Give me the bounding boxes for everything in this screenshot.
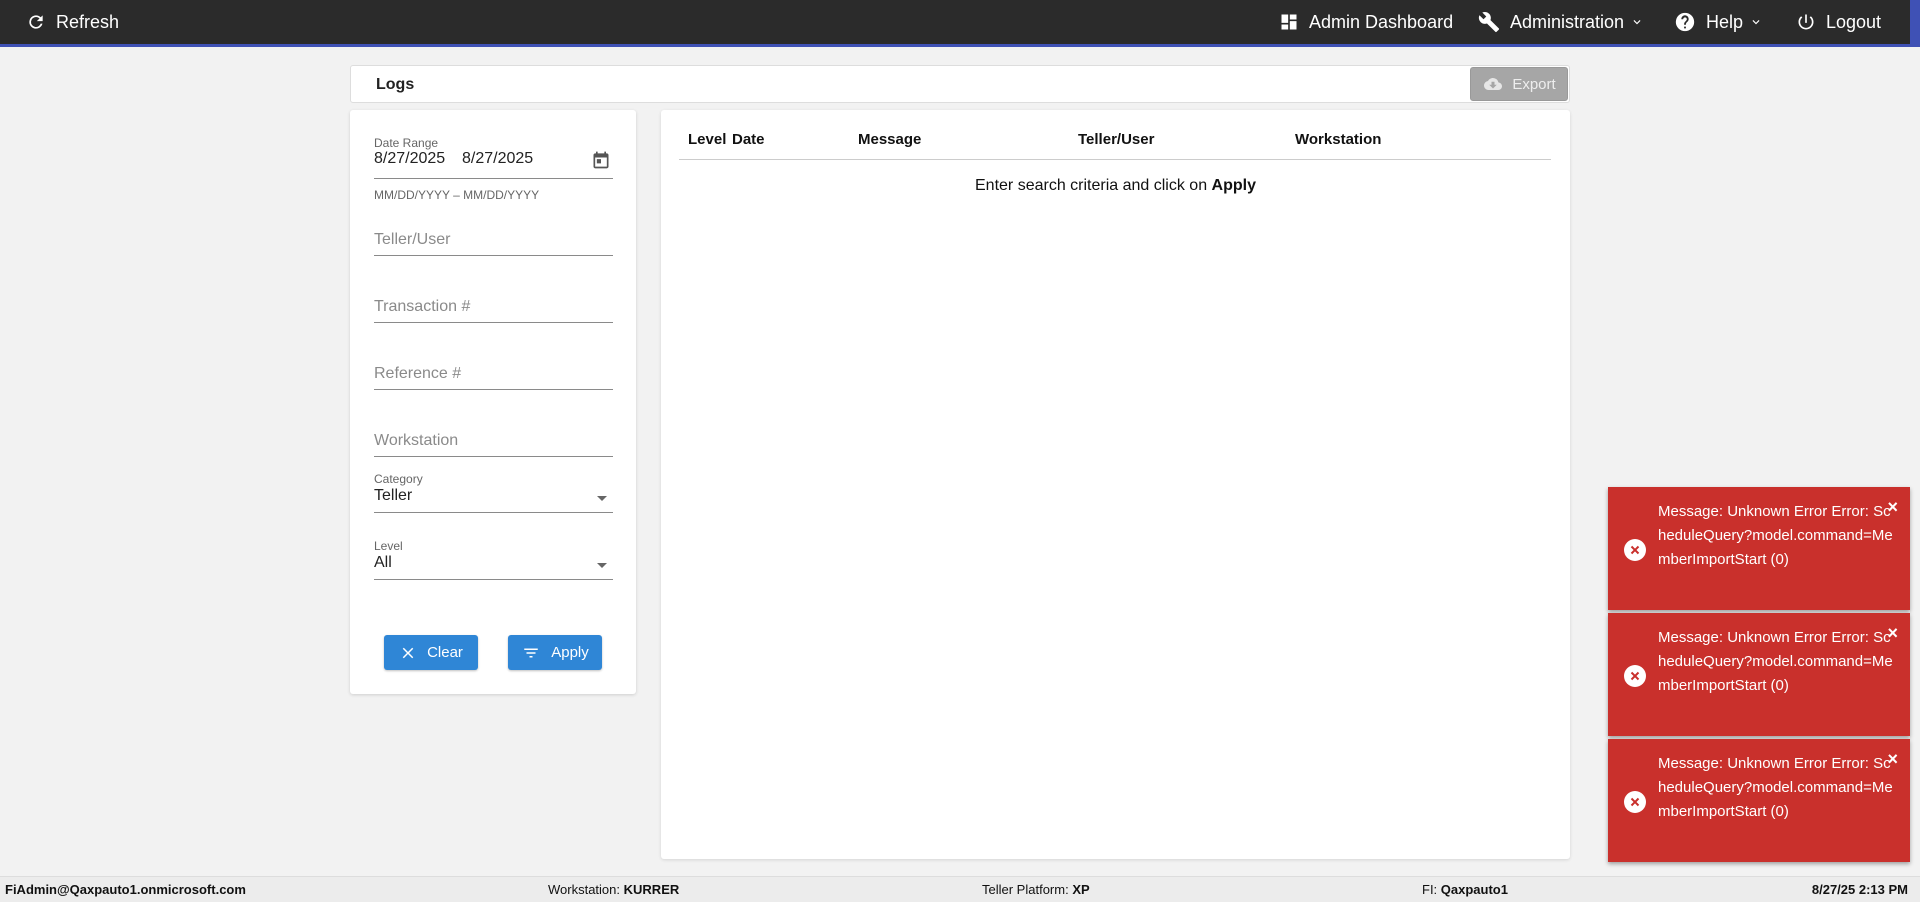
filter-icon <box>524 648 538 657</box>
transaction-underline <box>374 322 613 323</box>
status-fi: FI: Qaxpauto1 <box>1422 877 1508 902</box>
table-header-divider <box>679 159 1551 160</box>
toast-message: Message: Unknown Error Error: ScheduleQu… <box>1658 503 1893 568</box>
error-toast: Message: Unknown Error Error: ScheduleQu… <box>1608 739 1910 862</box>
teller-user-underline <box>374 255 613 256</box>
administration-label: Administration <box>1510 11 1625 32</box>
workstation-underline <box>374 456 613 457</box>
export-label: Export <box>1512 75 1556 93</box>
empty-state-text: Enter search criteria and click on <box>975 177 1212 194</box>
error-toast: Message: Unknown Error Error: ScheduleQu… <box>1608 613 1910 736</box>
refresh-icon <box>29 15 43 29</box>
status-platform-value: XP <box>1072 882 1090 897</box>
help-circle-icon <box>1675 12 1695 32</box>
page-title: Logs <box>376 76 415 93</box>
error-circle-icon <box>1624 791 1646 813</box>
level-select[interactable]: Level All <box>374 539 613 581</box>
column-header-teller-user[interactable]: Teller/User <box>1078 131 1154 148</box>
wrench-icon <box>1478 12 1500 33</box>
workstation-field[interactable]: Workstation <box>374 421 613 457</box>
toast-message: Message: Unknown Error Error: ScheduleQu… <box>1658 629 1893 694</box>
error-toast: Message: Unknown Error Error: ScheduleQu… <box>1608 487 1910 610</box>
transaction-field[interactable]: Transaction # <box>374 287 613 323</box>
reference-field[interactable]: Reference # <box>374 354 613 390</box>
empty-state-action: Apply <box>1211 177 1256 194</box>
refresh-label: Refresh <box>56 11 120 32</box>
admin-dashboard-link[interactable]: Admin Dashboard <box>1279 0 1453 44</box>
status-platform-label: Teller Platform: <box>982 882 1069 897</box>
logout-label: Logout <box>1826 11 1882 32</box>
level-value: All <box>374 554 392 571</box>
clear-label: Clear <box>427 644 463 661</box>
column-header-date[interactable]: Date <box>732 131 765 148</box>
status-bar: FiAdmin@Qaxpauto1.onmicrosoft.com Workst… <box>0 876 1920 902</box>
status-workstation-label: Workstation: <box>548 882 621 897</box>
status-user: FiAdmin@Qaxpauto1.onmicrosoft.com <box>5 877 246 902</box>
level-label: Level <box>374 539 403 553</box>
date-end-input[interactable]: 8/27/2025 <box>462 150 533 168</box>
level-underline <box>374 579 613 580</box>
apply-button[interactable]: Apply <box>508 635 602 670</box>
toast-close-button[interactable]: × <box>1887 749 1898 770</box>
date-range-label: Date Range <box>374 136 439 150</box>
help-menu[interactable]: Help <box>1674 0 1763 44</box>
topbar-accent <box>1910 0 1920 47</box>
administration-menu[interactable]: Administration <box>1478 0 1644 44</box>
reference-underline <box>374 389 613 390</box>
date-range-underline <box>374 178 613 179</box>
dashboard-icon <box>1281 14 1297 30</box>
chevron-down-icon <box>1752 20 1760 25</box>
status-user-value: FiAdmin@Qaxpauto1.onmicrosoft.com <box>5 882 246 897</box>
column-header-workstation[interactable]: Workstation <box>1295 131 1381 148</box>
apply-label: Apply <box>551 644 589 661</box>
status-fi-label: FI: <box>1422 882 1438 897</box>
export-button[interactable]: Export <box>1470 67 1568 101</box>
teller-user-field[interactable]: Teller/User <box>374 220 613 256</box>
toast-close-button[interactable]: × <box>1887 623 1898 644</box>
logout-button[interactable]: Logout <box>1796 0 1881 44</box>
chevron-down-icon <box>1633 20 1641 25</box>
column-header-message[interactable]: Message <box>858 131 921 148</box>
category-select[interactable]: Category Teller <box>374 472 613 514</box>
workstation-input[interactable]: Workstation <box>374 432 458 450</box>
dropdown-arrow-icon <box>597 563 607 568</box>
status-workstation: Workstation: KURRER <box>548 877 679 902</box>
category-underline <box>374 512 613 513</box>
dropdown-arrow-icon <box>597 496 607 501</box>
status-workstation-value: KURRER <box>623 882 680 897</box>
column-header-level[interactable]: Level <box>688 131 726 148</box>
error-circle-icon <box>1624 539 1646 561</box>
teller-user-input[interactable]: Teller/User <box>374 231 450 249</box>
date-start-input[interactable]: 8/27/2025 <box>374 150 445 168</box>
category-value: Teller <box>374 487 413 504</box>
results-panel: Level Date Message Teller/User Workstati… <box>661 110 1570 859</box>
cloud-download-icon <box>1484 78 1503 90</box>
clear-button[interactable]: Clear <box>384 635 478 670</box>
top-navigation-bar: Refresh Admin Dashboard Administration H… <box>0 0 1920 47</box>
calendar-icon[interactable] <box>591 150 611 170</box>
toast-close-button[interactable]: × <box>1887 497 1898 518</box>
transaction-input[interactable]: Transaction # <box>374 298 470 316</box>
error-circle-icon <box>1624 665 1646 687</box>
reference-input[interactable]: Reference # <box>374 365 461 383</box>
category-label: Category <box>374 472 423 486</box>
status-datetime: 8/27/25 2:13 PM <box>1812 877 1908 902</box>
power-icon <box>1798 14 1814 30</box>
logs-header-card: Logs Export <box>350 65 1570 103</box>
status-fi-value: Qaxpauto1 <box>1440 882 1508 897</box>
empty-state-message: Enter search criteria and click on Apply <box>661 177 1570 195</box>
close-icon <box>402 647 414 658</box>
help-label: Help <box>1706 11 1744 32</box>
admin-dashboard-label: Admin Dashboard <box>1309 11 1454 32</box>
toast-message: Message: Unknown Error Error: ScheduleQu… <box>1658 755 1893 820</box>
status-datetime-value: 8/27/25 2:13 PM <box>1811 882 1908 897</box>
status-platform: Teller Platform: XP <box>982 877 1090 902</box>
date-format-hint: MM/DD/YYYY – MM/DD/YYYY <box>374 188 540 202</box>
date-range-field[interactable]: Date Range 8/27/2025 8/27/2025 MM/DD/YYY… <box>374 136 613 206</box>
filter-panel: Date Range 8/27/2025 8/27/2025 MM/DD/YYY… <box>350 110 636 694</box>
refresh-button[interactable]: Refresh <box>26 0 119 44</box>
